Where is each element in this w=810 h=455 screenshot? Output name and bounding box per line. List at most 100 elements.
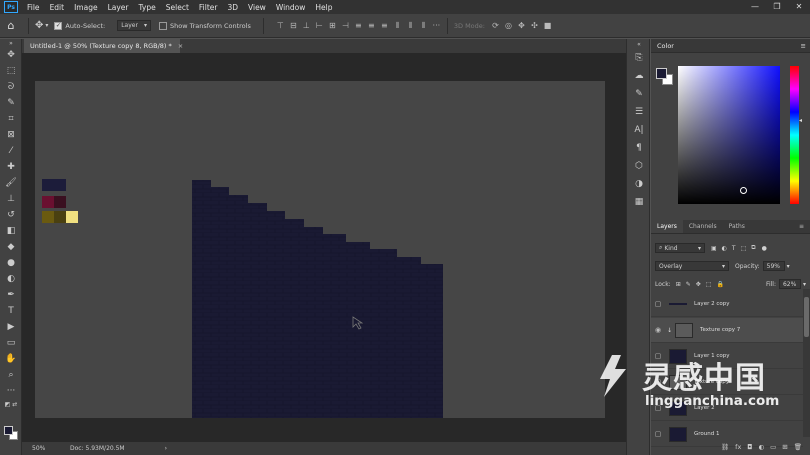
distribute-center-icon[interactable]: ⫴: [406, 21, 415, 30]
brush-tool-icon[interactable]: 🖌: [0, 175, 22, 191]
properties-icon[interactable]: ▦: [627, 193, 651, 211]
document-tab[interactable]: Untitled-1 @ 50% (Texture copy 8, RGB/8)…: [24, 39, 183, 53]
color-picker-field[interactable]: [678, 66, 780, 204]
more-options-icon[interactable]: ···: [432, 21, 441, 30]
panel-menu-icon[interactable]: ≡: [793, 220, 810, 233]
visibility-toggle[interactable]: ▢: [651, 352, 665, 360]
menu-window[interactable]: Window: [271, 3, 311, 12]
eraser-tool-icon[interactable]: ◧: [0, 223, 22, 239]
minimize-button[interactable]: —: [744, 0, 766, 14]
3d-roll-icon[interactable]: ◎: [504, 21, 513, 30]
filter-toggle-icon[interactable]: ●: [762, 245, 767, 252]
layer-row[interactable]: ▢ Layer 2 copy: [651, 292, 803, 317]
layer-row[interactable]: ◉ ↓ Texture copy 7: [651, 318, 803, 343]
align-right-icon[interactable]: ⊣: [341, 21, 350, 30]
delete-layer-icon[interactable]: 🗑: [794, 443, 802, 451]
canvas[interactable]: [35, 81, 605, 418]
layer-row[interactable]: ▢ Texture copy: [651, 370, 803, 395]
history-brush-tool-icon[interactable]: ↺: [0, 207, 22, 223]
3d-slide-icon[interactable]: ✣: [530, 21, 539, 30]
filter-pixel-icon[interactable]: ▣: [711, 245, 717, 252]
adjustment-layer-icon[interactable]: ◐: [758, 443, 764, 451]
align-middle-icon[interactable]: ⊟: [289, 21, 298, 30]
layer-row[interactable]: ▢ Layer 2: [651, 396, 803, 421]
path-selection-tool-icon[interactable]: ▶: [0, 319, 22, 335]
3d-orbit-icon[interactable]: ⟳: [491, 21, 500, 30]
panel-menu-icon[interactable]: ≡: [801, 42, 806, 50]
healing-brush-tool-icon[interactable]: ✚: [0, 159, 22, 175]
type-tool-icon[interactable]: T: [0, 303, 22, 319]
dock-collapse-icon[interactable]: «: [627, 39, 651, 49]
distribute-left-icon[interactable]: ⫴: [393, 21, 402, 30]
menu-file[interactable]: File: [22, 3, 45, 12]
visibility-toggle[interactable]: ▢: [651, 378, 665, 386]
chevron-down-icon[interactable]: ▾: [803, 281, 806, 288]
filter-type-icon[interactable]: T: [732, 245, 736, 252]
lock-transparent-icon[interactable]: ⊞: [676, 281, 681, 288]
menu-edit[interactable]: Edit: [45, 3, 70, 12]
hue-slider-arrow-icon[interactable]: ◂: [799, 117, 802, 124]
character-icon[interactable]: A|: [627, 121, 651, 139]
close-window-button[interactable]: ✕: [788, 0, 810, 14]
pen-tool-icon[interactable]: ✒: [0, 287, 22, 303]
paint-bucket-tool-icon[interactable]: ◆: [0, 239, 22, 255]
crop-tool-icon[interactable]: ⌗: [0, 111, 22, 127]
color-sampler-icon[interactable]: ◑: [627, 175, 651, 193]
brush-settings-icon[interactable]: ✎: [627, 85, 651, 103]
lasso-tool-icon[interactable]: ᘐ: [0, 79, 22, 95]
3d-pan-icon[interactable]: ✥: [517, 21, 526, 30]
eye-icon[interactable]: ◉: [651, 326, 665, 334]
tab-layers[interactable]: Layers: [651, 220, 683, 233]
menu-select[interactable]: Select: [161, 3, 194, 12]
tab-channels[interactable]: Channels: [683, 220, 723, 233]
menu-filter[interactable]: Filter: [194, 3, 223, 12]
quick-select-tool-icon[interactable]: ✎: [0, 95, 22, 111]
auto-select-target-dropdown[interactable]: Layer ▾: [117, 20, 151, 31]
lock-position-icon[interactable]: ✥: [696, 281, 701, 288]
scrollbar-thumb[interactable]: [804, 297, 809, 337]
distribute-middle-icon[interactable]: ≡: [367, 21, 376, 30]
move-tool-preset[interactable]: ✥ ▾: [35, 20, 48, 31]
menu-type[interactable]: Type: [134, 3, 161, 12]
status-menu-arrow[interactable]: ›: [165, 445, 167, 452]
align-center-icon[interactable]: ⊞: [328, 21, 337, 30]
lock-all-icon[interactable]: 🔒: [716, 281, 723, 288]
panel-collapse-icon[interactable]: »: [0, 39, 22, 47]
restore-button[interactable]: ❐: [766, 0, 788, 14]
frame-tool-icon[interactable]: ⊠: [0, 127, 22, 143]
layers-scrollbar[interactable]: [803, 289, 810, 437]
distribute-top-icon[interactable]: ≡: [354, 21, 363, 30]
zoom-tool-icon[interactable]: ⌕: [0, 367, 22, 383]
show-transform-checkbox[interactable]: Show Transform Controls: [158, 21, 251, 30]
close-tab-icon[interactable]: ×: [178, 42, 183, 50]
visibility-toggle[interactable]: ▢: [651, 300, 665, 308]
auto-select-checkbox[interactable]: ✓ Auto-Select:: [54, 21, 105, 30]
visibility-toggle[interactable]: ▢: [651, 430, 665, 438]
distribute-right-icon[interactable]: ⫴: [419, 21, 428, 30]
menu-layer[interactable]: Layer: [103, 3, 134, 12]
opacity-field[interactable]: 59%: [762, 261, 785, 271]
layer-row[interactable]: ▢ Layer 1 copy: [651, 344, 803, 369]
menu-view[interactable]: View: [243, 3, 271, 12]
home-icon[interactable]: ⌂: [0, 14, 22, 38]
marquee-tool-icon[interactable]: ⬚: [0, 63, 22, 79]
align-top-icon[interactable]: ⊤: [276, 21, 285, 30]
blur-tool-icon[interactable]: ●: [0, 255, 22, 271]
link-layers-icon[interactable]: ⛓: [721, 443, 729, 451]
filter-shape-icon[interactable]: ⬚: [741, 245, 747, 252]
tab-paths[interactable]: Paths: [723, 220, 751, 233]
foreground-color-swatch[interactable]: [4, 426, 13, 435]
lock-image-icon[interactable]: ✎: [686, 281, 691, 288]
new-layer-icon[interactable]: ⊞: [782, 443, 787, 451]
menu-3d[interactable]: 3D: [222, 3, 243, 12]
distribute-bottom-icon[interactable]: ≡: [380, 21, 389, 30]
edit-toolbar-icon[interactable]: ···: [0, 383, 22, 399]
filter-smart-object-icon[interactable]: ⧉: [751, 244, 755, 252]
color-picker-marker[interactable]: [740, 187, 747, 194]
hand-tool-icon[interactable]: ✋: [0, 351, 22, 367]
adjustments-icon[interactable]: ☰: [627, 103, 651, 121]
shape-tool-icon[interactable]: ▭: [0, 335, 22, 351]
fx-icon[interactable]: fx: [735, 443, 741, 451]
3d-scale-icon[interactable]: ■: [543, 21, 552, 30]
libraries-icon[interactable]: ☁: [627, 67, 651, 85]
